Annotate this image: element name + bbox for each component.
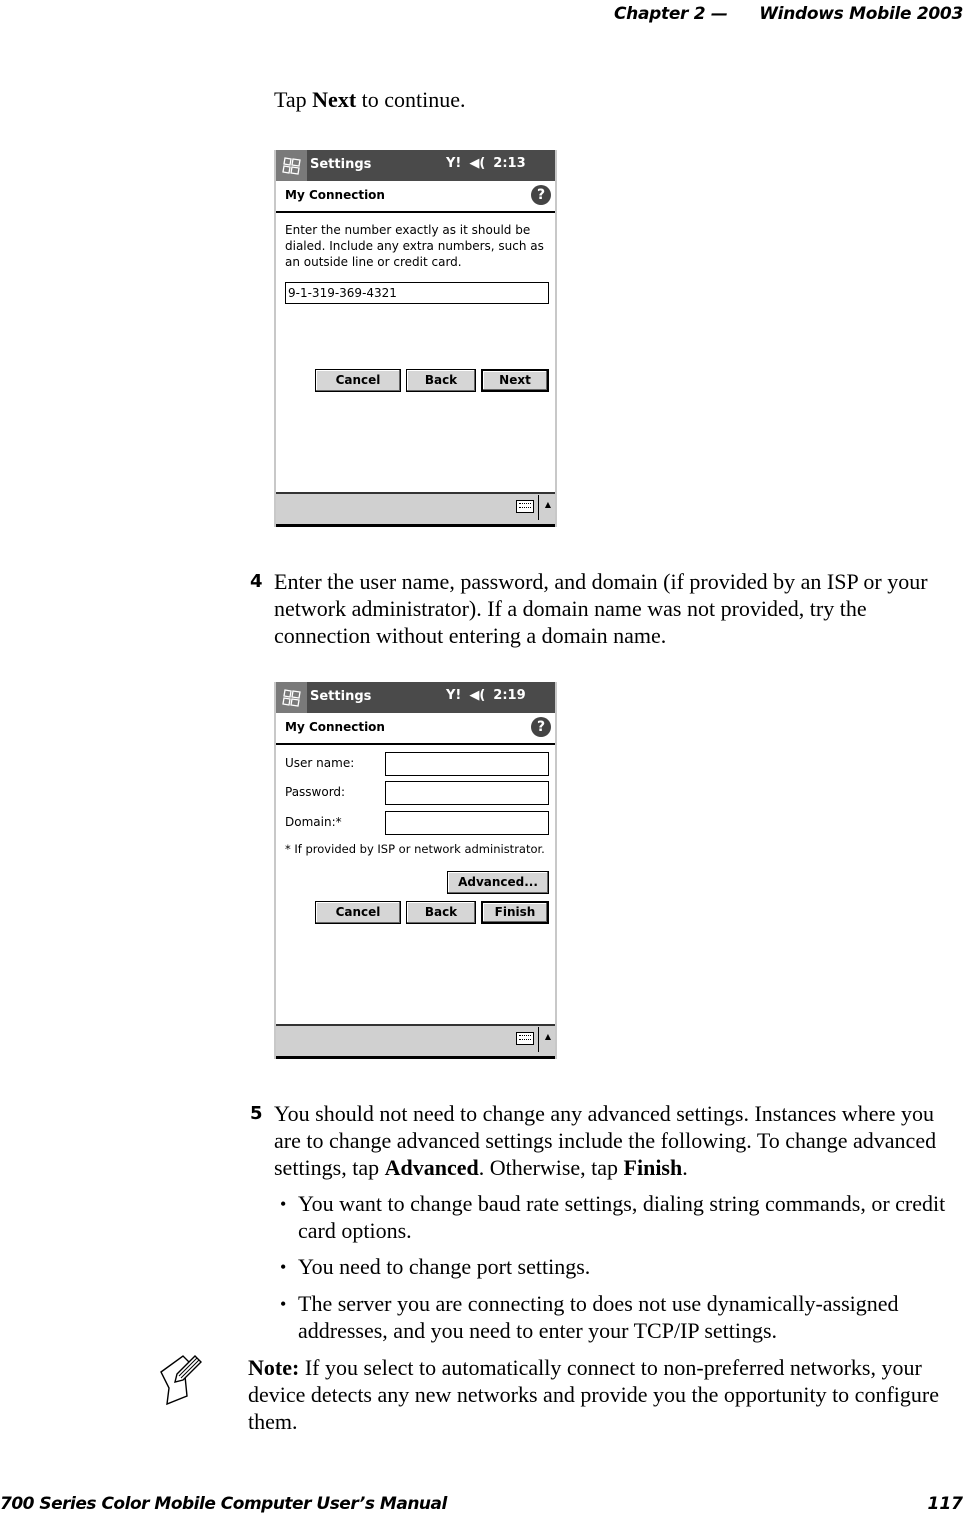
bullet-icon: • (280, 1257, 287, 1277)
chapter-label: Chapter 2 — (613, 4, 728, 24)
running-header: Chapter 2 — Windows Mobile 2003 (614, 4, 963, 24)
bullet-item: The server you are connecting to does no… (298, 1291, 899, 1343)
phone-number-input[interactable]: 9-1-319-369-4321 (285, 282, 549, 304)
speaker-icon[interactable]: ◀( (469, 688, 485, 703)
clock[interactable]: 2:19 (493, 688, 525, 703)
password-input[interactable] (385, 781, 549, 805)
note-label: Note: (248, 1355, 300, 1380)
cancel-button[interactable]: Cancel (315, 369, 401, 392)
speaker-icon[interactable]: ◀( (469, 156, 485, 171)
back-button[interactable]: Back (406, 901, 476, 924)
help-icon[interactable]: ? (531, 717, 551, 737)
step-4-text: Enter the user name, password, and domai… (274, 569, 928, 648)
password-label: Password: (285, 785, 346, 799)
cancel-button[interactable]: Cancel (315, 901, 401, 924)
signal-icon[interactable]: Y! (446, 688, 461, 703)
keyboard-icon[interactable] (516, 1032, 534, 1045)
bullet-item: You want to change baud rate settings, d… (298, 1191, 946, 1243)
screenshot-credentials: Settings Y! ◀( 2:19 My Connection ? User… (274, 682, 557, 1059)
instructions: Enter the number exactly as it should be… (285, 223, 544, 269)
sip-arrow-up-icon[interactable]: ▲ (545, 1032, 551, 1041)
app-title: Settings (310, 157, 372, 172)
keyboard-icon[interactable] (516, 500, 534, 513)
page-title: My Connection (285, 720, 385, 734)
back-button[interactable]: Back (406, 369, 476, 392)
clock[interactable]: 2:13 (493, 156, 525, 171)
keyword-finish: Finish (623, 1155, 683, 1180)
menu-bar: ▲ (276, 1024, 555, 1059)
domain-label: Domain:* (285, 815, 342, 829)
step-number: 4 (250, 571, 263, 592)
step-5-text: You should not need to change any advanc… (274, 1101, 937, 1180)
manual-title: 700 Series Color Mobile Computer User’s … (0, 1494, 447, 1514)
menu-bar: ▲ (276, 492, 555, 527)
page-title: My Connection (285, 188, 385, 202)
bullet-icon: • (280, 1194, 287, 1214)
advanced-button[interactable]: Advanced... (447, 871, 549, 894)
bullet-item: You need to change port settings. (298, 1254, 591, 1279)
intro-paragraph: Tap Next to continue. (274, 87, 466, 112)
divider (538, 1027, 539, 1052)
next-button[interactable]: Next (481, 369, 549, 392)
section-title: Windows Mobile 2003 (759, 4, 963, 24)
help-icon[interactable]: ? (531, 185, 551, 205)
start-button[interactable] (276, 682, 307, 713)
user-name-input[interactable] (385, 752, 549, 776)
bullet-icon: • (280, 1294, 287, 1314)
page-number: 117 (927, 1494, 964, 1514)
windows-flag-icon (281, 156, 301, 175)
domain-footnote: * If provided by ISP or network administ… (285, 842, 545, 856)
user-name-label: User name: (285, 756, 355, 770)
windows-flag-icon (281, 688, 301, 707)
app-title: Settings (310, 689, 372, 704)
title-bar: Settings Y! ◀( 2:13 (276, 150, 555, 181)
keyword-next: Next (312, 87, 357, 112)
screenshot-dial-number: Settings Y! ◀( 2:13 My Connection ? Ente… (274, 150, 557, 527)
keyword-advanced: Advanced (384, 1155, 479, 1180)
signal-icon[interactable]: Y! (446, 156, 461, 171)
pencil-note-icon (160, 1355, 202, 1406)
page-header: My Connection ? (276, 713, 555, 745)
divider (538, 495, 539, 520)
note-text: Note: If you select to automatically con… (248, 1355, 939, 1434)
finish-button[interactable]: Finish (481, 901, 549, 924)
step-number: 5 (250, 1103, 263, 1124)
page-header: My Connection ? (276, 181, 555, 213)
start-button[interactable] (276, 150, 307, 181)
domain-input[interactable] (385, 811, 549, 835)
title-bar: Settings Y! ◀( 2:19 (276, 682, 555, 713)
sip-arrow-up-icon[interactable]: ▲ (545, 500, 551, 509)
